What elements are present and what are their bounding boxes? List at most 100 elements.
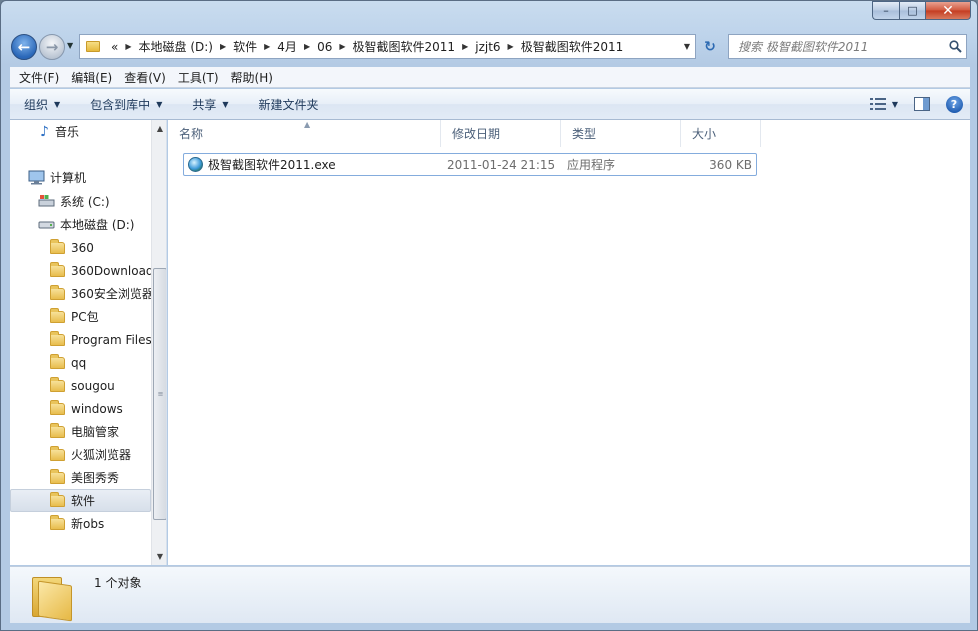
address-bar[interactable]: « ▶ 本地磁盘 (D:) ▶ 软件 ▶ 4月 ▶ 06 ▶ 极智截图软件201…: [79, 34, 696, 59]
recent-pages-dropdown[interactable]: ▼: [67, 41, 73, 50]
breadcrumb-item-current[interactable]: 极智截图软件2011: [518, 38, 627, 55]
nav-item-label: 新obs: [71, 517, 105, 531]
breadcrumb-item[interactable]: 极智截图软件2011: [350, 38, 459, 55]
nav-item-label: Program Files: [71, 332, 151, 347]
breadcrumb-separator-icon[interactable]: ▶: [216, 42, 230, 51]
back-button[interactable]: ←: [11, 34, 37, 60]
nav-item-music[interactable]: ♪ 音乐: [10, 120, 151, 143]
menu-tools[interactable]: 工具(T): [173, 69, 224, 86]
column-header-type[interactable]: 类型: [561, 120, 681, 147]
column-header-size[interactable]: 大小: [681, 120, 761, 147]
breadcrumb-separator-icon[interactable]: ▶: [260, 42, 274, 51]
nav-item-label: 电脑管家: [71, 425, 120, 439]
folder-icon: [50, 445, 65, 461]
menu-help[interactable]: 帮助(H): [226, 69, 278, 86]
command-bar: 组织 ▼ 包含到库中 ▼ 共享 ▼ 新建文件夹 ▼ ?: [10, 89, 970, 120]
folder-icon: [50, 468, 65, 484]
drive-icon: [38, 221, 55, 228]
help-button[interactable]: ?: [938, 93, 970, 115]
breadcrumb-separator-icon[interactable]: ▶: [121, 42, 135, 51]
column-label: 类型: [572, 127, 597, 141]
column-header-date[interactable]: 修改日期: [441, 120, 561, 147]
nav-folder-item[interactable]: 新obs: [10, 512, 151, 535]
breadcrumb-item[interactable]: jzjt6: [472, 40, 503, 54]
nav-item-label: 软件: [71, 494, 96, 508]
maximize-button[interactable]: □: [899, 1, 925, 20]
column-headers: ▲ 名称 修改日期 类型 大小: [168, 120, 970, 147]
include-library-label: 包含到库中: [90, 97, 151, 112]
menu-edit[interactable]: 编辑(E): [66, 69, 117, 86]
preview-pane-button[interactable]: [906, 93, 938, 115]
chevron-down-icon: ▼: [156, 99, 163, 109]
column-header-name[interactable]: ▲ 名称: [168, 120, 441, 147]
menu-file[interactable]: 文件(F): [10, 69, 64, 86]
nav-item-label: 音乐: [54, 125, 79, 139]
nav-folder-item[interactable]: 360安全浏览器: [10, 282, 151, 305]
column-label: 修改日期: [452, 127, 501, 141]
chevron-down-icon: ▼: [222, 99, 229, 109]
arrow-left-icon: ←: [17, 38, 31, 56]
breadcrumb-separator-icon[interactable]: ▶: [300, 42, 314, 51]
search-icon[interactable]: [944, 40, 966, 53]
scroll-down-icon[interactable]: ▼: [152, 548, 166, 565]
nav-folder-item[interactable]: sougou: [10, 374, 151, 397]
breadcrumb-separator-icon[interactable]: ▶: [458, 42, 472, 51]
organize-button[interactable]: 组织 ▼: [16, 96, 68, 113]
breadcrumb-overflow[interactable]: «: [108, 40, 121, 54]
folder-icon: [50, 307, 65, 323]
search-input[interactable]: [738, 39, 944, 54]
nav-folder-item[interactable]: PC包: [10, 305, 151, 328]
folder-icon: [50, 376, 65, 392]
nav-folder-item[interactable]: 360: [10, 236, 151, 259]
refresh-button[interactable]: ↻: [698, 34, 722, 59]
navigation-pane: ♪ 音乐 计算机 系统 (C:) 本地磁盘 (D:) 360 360Downlo…: [10, 120, 167, 565]
nav-item-drive-c[interactable]: 系统 (C:): [10, 190, 151, 213]
nav-scrollbar[interactable]: ▲ ≡ ▼: [151, 120, 166, 565]
nav-folder-item[interactable]: 电脑管家: [10, 420, 151, 443]
column-label: 名称: [179, 127, 204, 141]
item-count: 1 个对象: [94, 576, 142, 590]
breadcrumb-separator-icon[interactable]: ▶: [504, 42, 518, 51]
nav-item-label: qq: [71, 355, 87, 370]
chevron-down-icon: ▼: [54, 99, 61, 109]
breadcrumb-separator-icon[interactable]: ▶: [335, 42, 349, 51]
nav-folder-item[interactable]: qq: [10, 351, 151, 374]
file-row[interactable]: 极智截图软件2011.exe 2011-01-24 21:15 应用程序 360…: [183, 153, 757, 176]
new-folder-button[interactable]: 新建文件夹: [251, 96, 327, 113]
breadcrumb-item[interactable]: 06: [314, 40, 335, 54]
forward-button[interactable]: →: [39, 34, 65, 60]
nav-item-label: 本地磁盘 (D:): [60, 218, 135, 232]
breadcrumb-item[interactable]: 本地磁盘 (D:): [136, 38, 216, 55]
change-view-button[interactable]: ▼: [862, 93, 906, 115]
close-button[interactable]: ✕: [925, 1, 971, 20]
nav-folder-item[interactable]: Program Files: [10, 328, 151, 351]
share-button[interactable]: 共享 ▼: [184, 96, 236, 113]
nav-item-label: 火狐浏览器: [71, 448, 132, 462]
view-controls: ▼ ?: [862, 93, 970, 115]
nav-folder-item[interactable]: 美图秀秀: [10, 466, 151, 489]
breadcrumb-item[interactable]: 4月: [274, 38, 300, 55]
sort-ascending-icon: ▲: [304, 120, 311, 129]
folder-icon: [30, 571, 74, 622]
folder-icon: [50, 238, 65, 254]
breadcrumb: « ▶ 本地磁盘 (D:) ▶ 软件 ▶ 4月 ▶ 06 ▶ 极智截图软件201…: [108, 38, 626, 55]
folder-icon: [50, 422, 65, 438]
nav-folder-item[interactable]: 火狐浏览器: [10, 443, 151, 466]
scroll-up-icon[interactable]: ▲: [152, 120, 166, 137]
breadcrumb-item[interactable]: 软件: [230, 38, 260, 55]
menu-view[interactable]: 查看(V): [119, 69, 171, 86]
address-history-dropdown[interactable]: ▼: [679, 42, 695, 51]
nav-folder-item-selected[interactable]: 软件: [10, 489, 151, 512]
nav-folder-item[interactable]: windows: [10, 397, 151, 420]
nav-item-computer[interactable]: 计算机: [10, 166, 151, 189]
minimize-button[interactable]: –: [872, 1, 899, 20]
organize-label: 组织: [24, 97, 49, 112]
new-folder-label: 新建文件夹: [258, 97, 319, 112]
caption-buttons: – □ ✕: [872, 1, 971, 20]
include-in-library-button[interactable]: 包含到库中 ▼: [82, 96, 170, 113]
scroll-thumb[interactable]: ≡: [153, 268, 166, 520]
nav-item-label: PC包: [71, 310, 99, 324]
nav-folder-item[interactable]: 360Downloads: [10, 259, 151, 282]
nav-item-drive-d[interactable]: 本地磁盘 (D:): [10, 213, 151, 236]
explorer-window: – □ ✕ ← → ▼ « ▶ 本地磁盘 (D:) ▶ 软件 ▶ 4月 ▶ 06…: [0, 0, 978, 631]
